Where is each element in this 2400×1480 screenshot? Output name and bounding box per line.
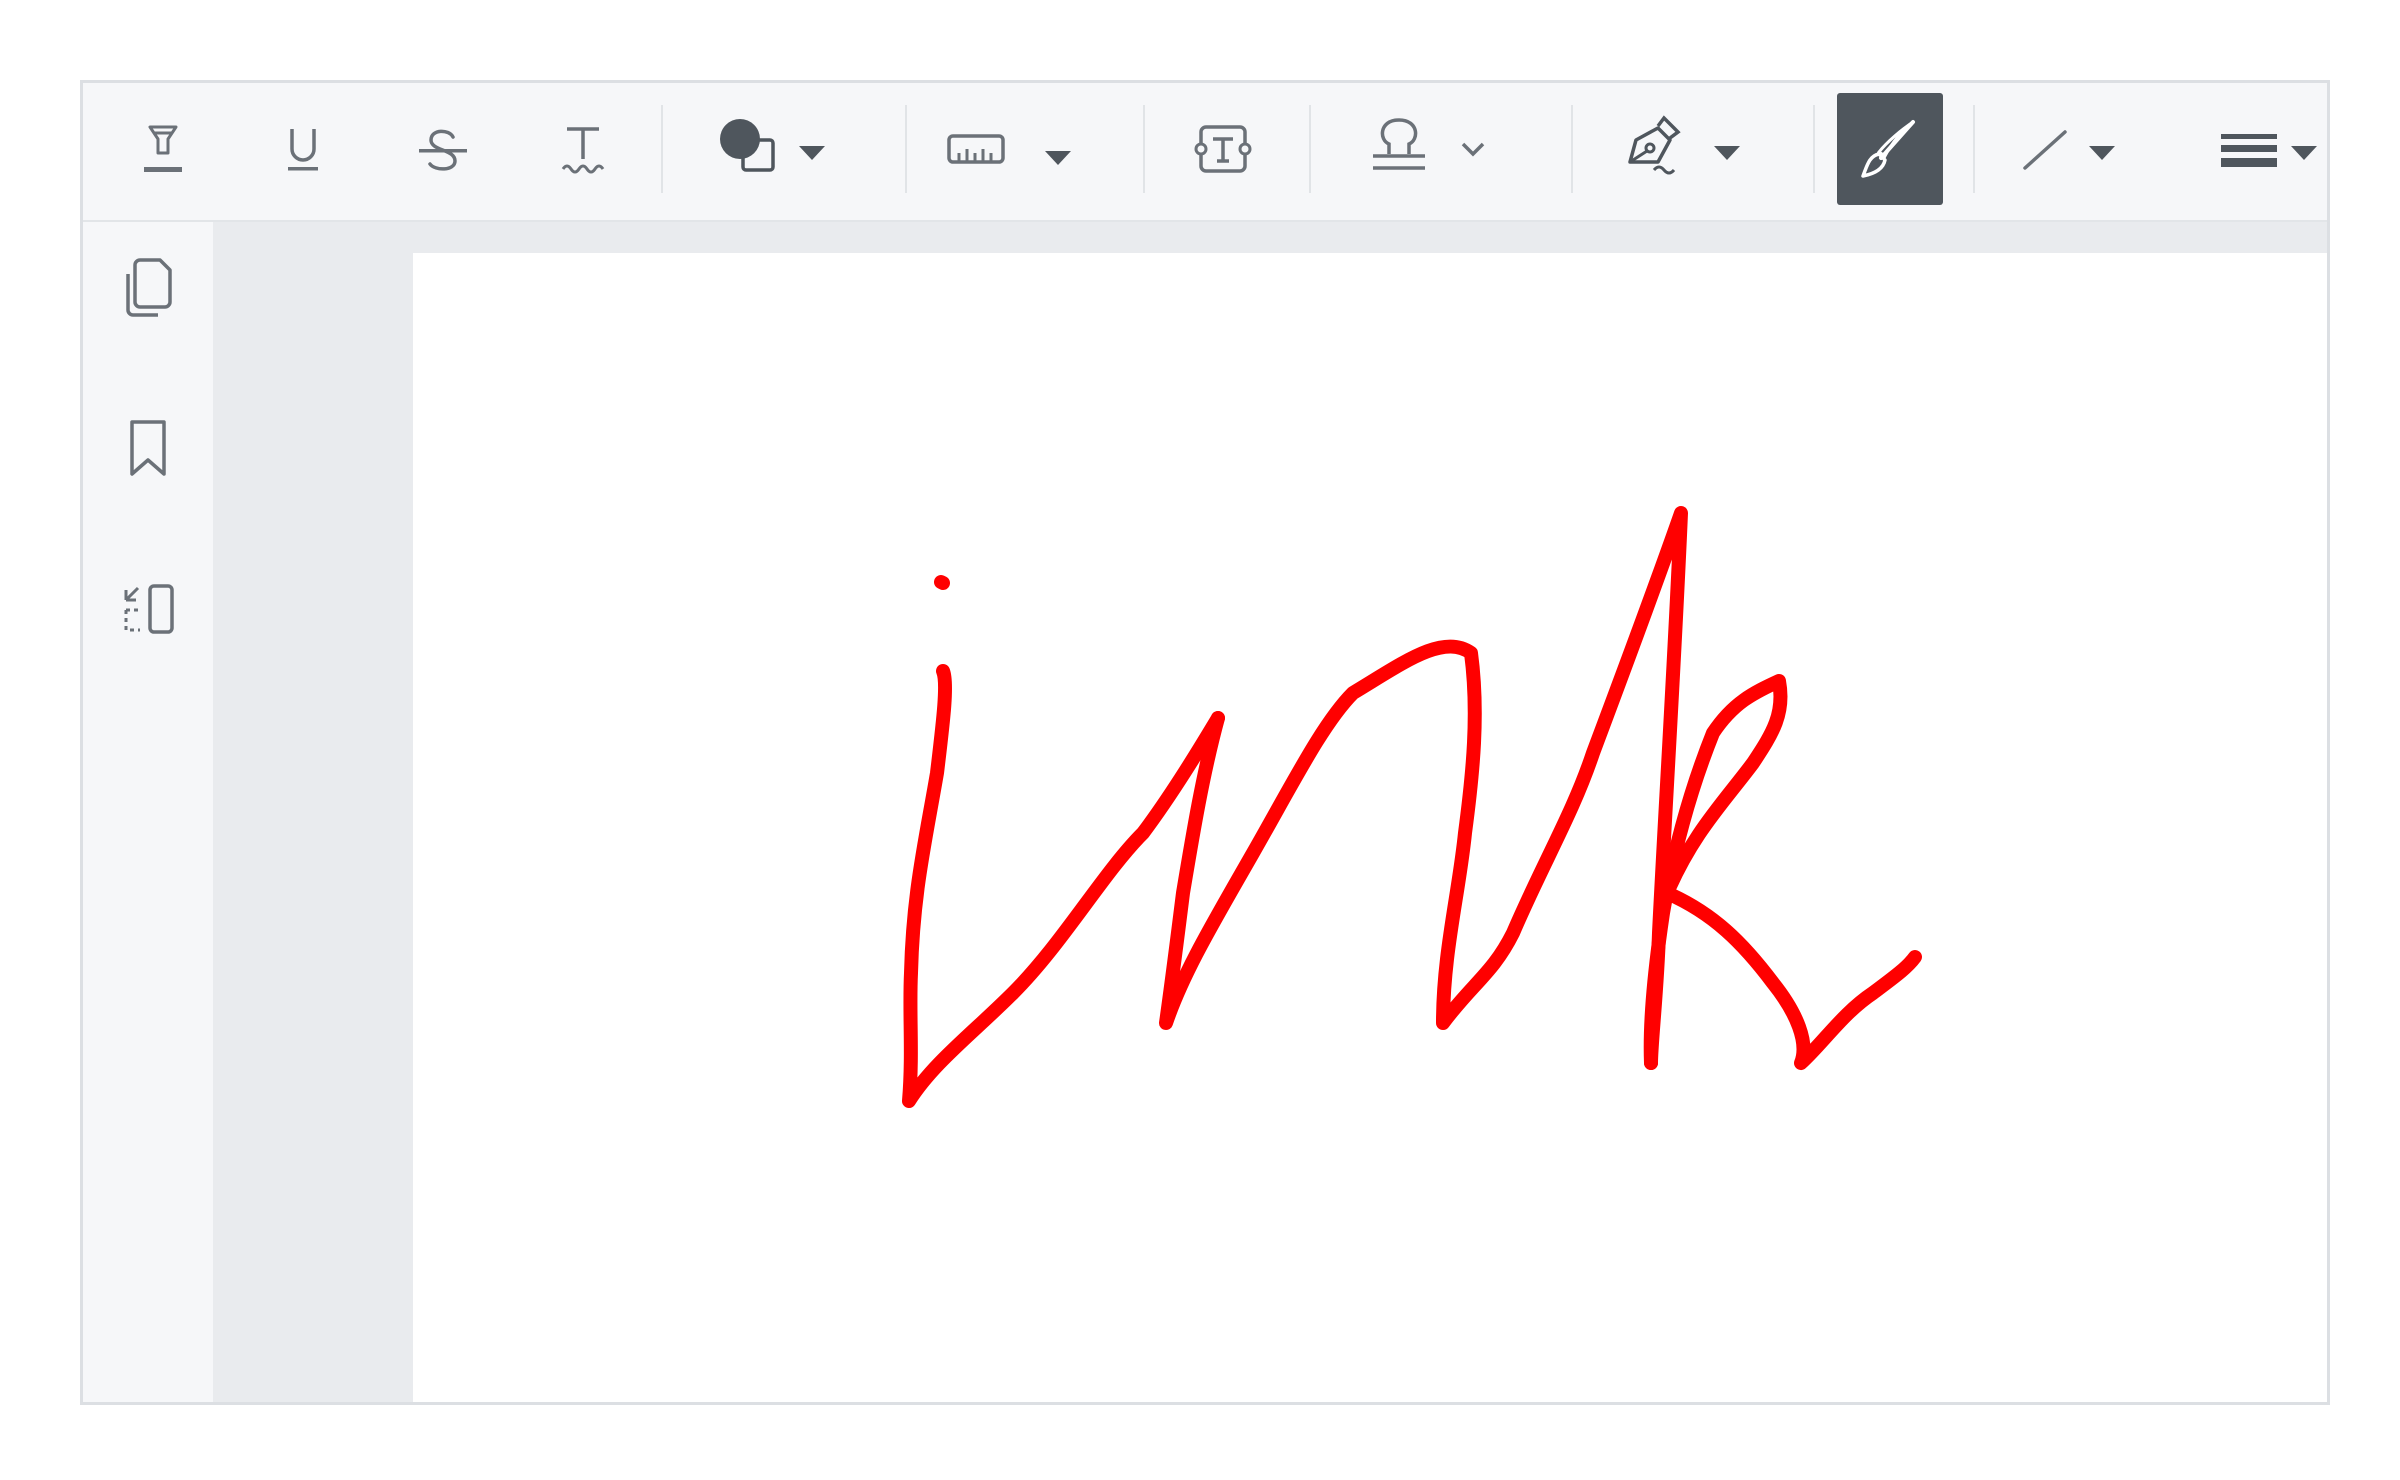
toolbar-separator [1143, 105, 1145, 193]
line-tool[interactable] [2003, 93, 2143, 205]
document-page[interactable] [413, 253, 2327, 1402]
pages-icon [126, 258, 172, 317]
toolbar-separator [1571, 105, 1573, 193]
brush-icon [1861, 120, 1915, 178]
outline-panel-button[interactable] [103, 564, 193, 654]
strikeout-icon [419, 129, 467, 171]
toolbar-separator [661, 105, 663, 193]
line-thickness-tool[interactable] [2213, 93, 2327, 205]
ink-stroke-1 [902, 664, 1225, 1108]
ink-stroke-3 [1643, 674, 1922, 1070]
toolbar-separator [1813, 105, 1815, 193]
ink-annotation[interactable] [413, 253, 2330, 1405]
toolbar-separator [905, 105, 907, 193]
stamp-icon [1373, 118, 1485, 170]
freetext-tool[interactable] [1183, 93, 1263, 205]
pdf-viewer [80, 80, 2330, 1405]
ruler-icon [947, 134, 1071, 165]
pages-thumbnails-button[interactable] [103, 242, 193, 332]
underline-tool[interactable] [263, 93, 343, 205]
toolbar-separator [1309, 105, 1311, 193]
annotation-toolbar [83, 83, 2327, 222]
ink-tool[interactable] [1837, 93, 1943, 205]
ink-stroke-2 [1159, 506, 1688, 1070]
squiggly-icon [561, 127, 605, 174]
highlight-icon [144, 125, 182, 172]
bookmark-icon [130, 420, 166, 476]
squiggly-tool[interactable] [538, 93, 628, 205]
toolbar-separator [1973, 105, 1975, 193]
measure-tool[interactable] [945, 93, 1085, 205]
signature-tool[interactable] [1613, 93, 1763, 205]
outline-icon [124, 584, 174, 634]
left-sidebar [83, 222, 213, 1402]
shape-icon [720, 119, 825, 172]
textbox-icon [1194, 125, 1252, 173]
ink-stroke-i-dot [934, 575, 950, 590]
shape-tool[interactable] [703, 93, 843, 205]
strikeout-tool[interactable] [403, 93, 483, 205]
underline-icon [288, 129, 318, 171]
line-thickness-icon [2221, 134, 2317, 167]
stamp-tool[interactable] [1349, 93, 1509, 205]
highlight-tool[interactable] [123, 93, 203, 205]
pen-signature-icon [1628, 115, 1740, 175]
bookmarks-button[interactable] [103, 402, 193, 492]
line-icon [2023, 130, 2115, 170]
